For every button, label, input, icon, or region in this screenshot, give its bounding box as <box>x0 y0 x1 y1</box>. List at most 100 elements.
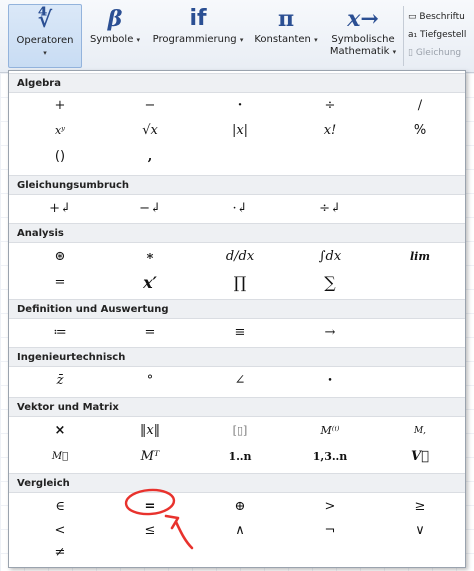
divide-operator[interactable]: ÷ <box>294 94 366 118</box>
operators-dropdown-panel: Algebra + − · ÷ / xʸ √x |x| x! % () , Gl… <box>8 70 466 568</box>
label-icon: ▭ <box>408 12 417 22</box>
chevron-down-icon: ▾ <box>314 36 318 44</box>
equation-button-text: Gleichung <box>415 48 462 58</box>
section-vector-matrix: Vektor und Matrix <box>9 397 465 417</box>
less-than-operator[interactable]: < <box>24 519 96 543</box>
limit-operator[interactable]: lim <box>384 245 456 269</box>
conjugate-operator[interactable]: z̄ <box>24 369 96 393</box>
symbols-button[interactable]: β Symbole ▾ <box>84 4 146 66</box>
greater-than-operator[interactable]: > <box>294 495 366 519</box>
or-operator[interactable]: ∨ <box>384 519 456 543</box>
operator-row: z̄ ° ∠ • <box>9 369 465 393</box>
beta-icon: β <box>107 6 123 32</box>
operator-row: M⃡ Mᵀ 1‥n 1,3‥n V⃗ <box>9 445 465 469</box>
operator-row: ⊛ ∗ d/dx ∫dx lim <box>9 245 465 269</box>
operator-row: xʸ √x |x| x! % <box>9 119 465 143</box>
integral-operator[interactable]: ∫dx <box>294 245 366 269</box>
section-comparison: Vergleich <box>9 473 465 493</box>
chevron-down-icon: ▾ <box>239 36 244 44</box>
submatrix-operator[interactable]: M, <box>384 419 456 443</box>
angle-operator[interactable]: ∠ <box>204 369 276 393</box>
convolution-operator[interactable]: ⊛ <box>24 245 96 269</box>
pi-icon: π <box>277 6 295 32</box>
vectorize-operator[interactable]: M⃡ <box>24 445 96 469</box>
percent-operator[interactable]: % <box>384 119 456 143</box>
plus-linebreak-operator[interactable]: +↲ <box>24 197 96 221</box>
section-engineering: Ingenieurtechnisch <box>9 347 465 367</box>
symbolic-label: Symbolische <box>331 34 395 45</box>
plus-operator[interactable]: + <box>24 94 96 118</box>
multiply-operator[interactable]: · <box>204 94 276 118</box>
symbols-label: Symbole <box>89 34 134 45</box>
xor-operator[interactable]: ⊕ <box>204 495 276 519</box>
subscript-icon: a₁ <box>408 30 418 40</box>
operator-row: +↲ −↲ ·↲ ÷↲ <box>9 197 465 221</box>
ribbon: ∜ Operatoren ▾ β Symbole ▾ if Programmie… <box>0 0 474 73</box>
constants-label: Konstanten <box>254 34 311 45</box>
operator-row: < ≤ ∧ ¬ ∨ <box>9 519 465 543</box>
section-definition: Definition und Auswertung <box>9 299 465 319</box>
column-operator[interactable]: M⁽ⁱ⁾ <box>294 419 366 443</box>
operator-row: () , <box>9 145 465 169</box>
not-equal-operator[interactable]: ≠ <box>24 541 96 565</box>
inline-divide-operator[interactable]: / <box>384 94 456 118</box>
degree-operator[interactable]: ° <box>114 369 186 393</box>
evaluate-operator[interactable]: = <box>114 321 186 345</box>
norm-operator[interactable]: ‖x‖ <box>114 419 186 443</box>
text-format-group: ▭ Beschriftu a₁ Tiefgestell ▯ Gleichung <box>408 8 474 62</box>
cross-product-operator[interactable]: × <box>24 419 96 443</box>
less-equal-operator[interactable]: ≤ <box>114 519 186 543</box>
element-of-operator[interactable]: ∈ <box>24 495 96 519</box>
programming-button[interactable]: if Programmierung ▾ <box>150 4 246 66</box>
derivative-operator[interactable]: d/dx <box>204 245 276 269</box>
operator-row: ≠ <box>9 541 465 565</box>
symbolic-arrow-icon: x→ <box>347 6 379 32</box>
asterisk-operator[interactable]: ∗ <box>114 245 186 269</box>
operators-label: Operatoren <box>16 35 74 46</box>
if-icon: if <box>189 6 207 31</box>
divide-linebreak-operator[interactable]: ÷↲ <box>294 197 366 221</box>
dot-operator[interactable]: • <box>294 369 366 393</box>
sum-operator[interactable]: ∑ <box>294 271 366 295</box>
label-button-text: Beschriftu <box>419 12 465 22</box>
parentheses-operator[interactable]: () <box>24 145 96 169</box>
subscript-button[interactable]: a₁ Tiefgestell <box>408 26 474 44</box>
operators-button[interactable]: ∜ Operatoren ▾ <box>8 4 82 68</box>
programming-label: Programmierung <box>152 34 237 45</box>
symbolic-eval-operator[interactable]: → <box>294 321 366 345</box>
symbolic-math-button[interactable]: x→ Symbolische Mathematik ▾ <box>326 4 400 66</box>
operator-row: ∈ = ⊕ > ≥ <box>9 495 465 519</box>
transpose-operator[interactable]: Mᵀ <box>114 445 186 469</box>
range-operator[interactable]: 1‥n <box>204 445 276 469</box>
chevron-down-icon: ▾ <box>43 49 47 57</box>
matrix-operator[interactable]: [▯] <box>204 419 276 443</box>
factorial-operator[interactable]: x! <box>294 119 366 143</box>
subscript-button-text: Tiefgestell <box>420 30 467 40</box>
multiply-linebreak-operator[interactable]: ·↲ <box>204 197 276 221</box>
equation-icon: ▯ <box>408 48 413 58</box>
power-operator[interactable]: xʸ <box>24 119 96 143</box>
product-operator[interactable]: ∏ <box>204 271 276 295</box>
constants-button[interactable]: π Konstanten ▾ <box>250 4 322 66</box>
operator-row: + − · ÷ / <box>9 94 465 118</box>
minus-operator[interactable]: − <box>114 94 186 118</box>
greater-equal-operator[interactable]: ≥ <box>384 495 456 519</box>
stepped-range-operator[interactable]: 1,3‥n <box>294 445 366 469</box>
and-operator[interactable]: ∧ <box>204 519 276 543</box>
boolean-equals-operator[interactable]: = <box>114 495 186 519</box>
prime-operator[interactable]: x′ <box>114 271 186 295</box>
define-operator[interactable]: ≔ <box>24 321 96 345</box>
label-button[interactable]: ▭ Beschriftu <box>408 8 474 26</box>
operators-icon: ∜ <box>37 7 53 33</box>
abs-operator[interactable]: |x| <box>204 119 276 143</box>
minus-linebreak-operator[interactable]: −↲ <box>114 197 186 221</box>
equation-button[interactable]: ▯ Gleichung <box>408 44 474 62</box>
sqrt-operator[interactable]: √x <box>114 119 186 143</box>
equals-operator[interactable]: = <box>24 271 96 295</box>
operator-row: ≔ = ≡ → <box>9 321 465 345</box>
global-define-operator[interactable]: ≡ <box>204 321 276 345</box>
vector-arrow-operator[interactable]: V⃗ <box>384 445 456 469</box>
comma-operator[interactable]: , <box>114 145 186 169</box>
not-operator[interactable]: ¬ <box>294 519 366 543</box>
operator-row: = x′ ∏ ∑ <box>9 271 465 295</box>
